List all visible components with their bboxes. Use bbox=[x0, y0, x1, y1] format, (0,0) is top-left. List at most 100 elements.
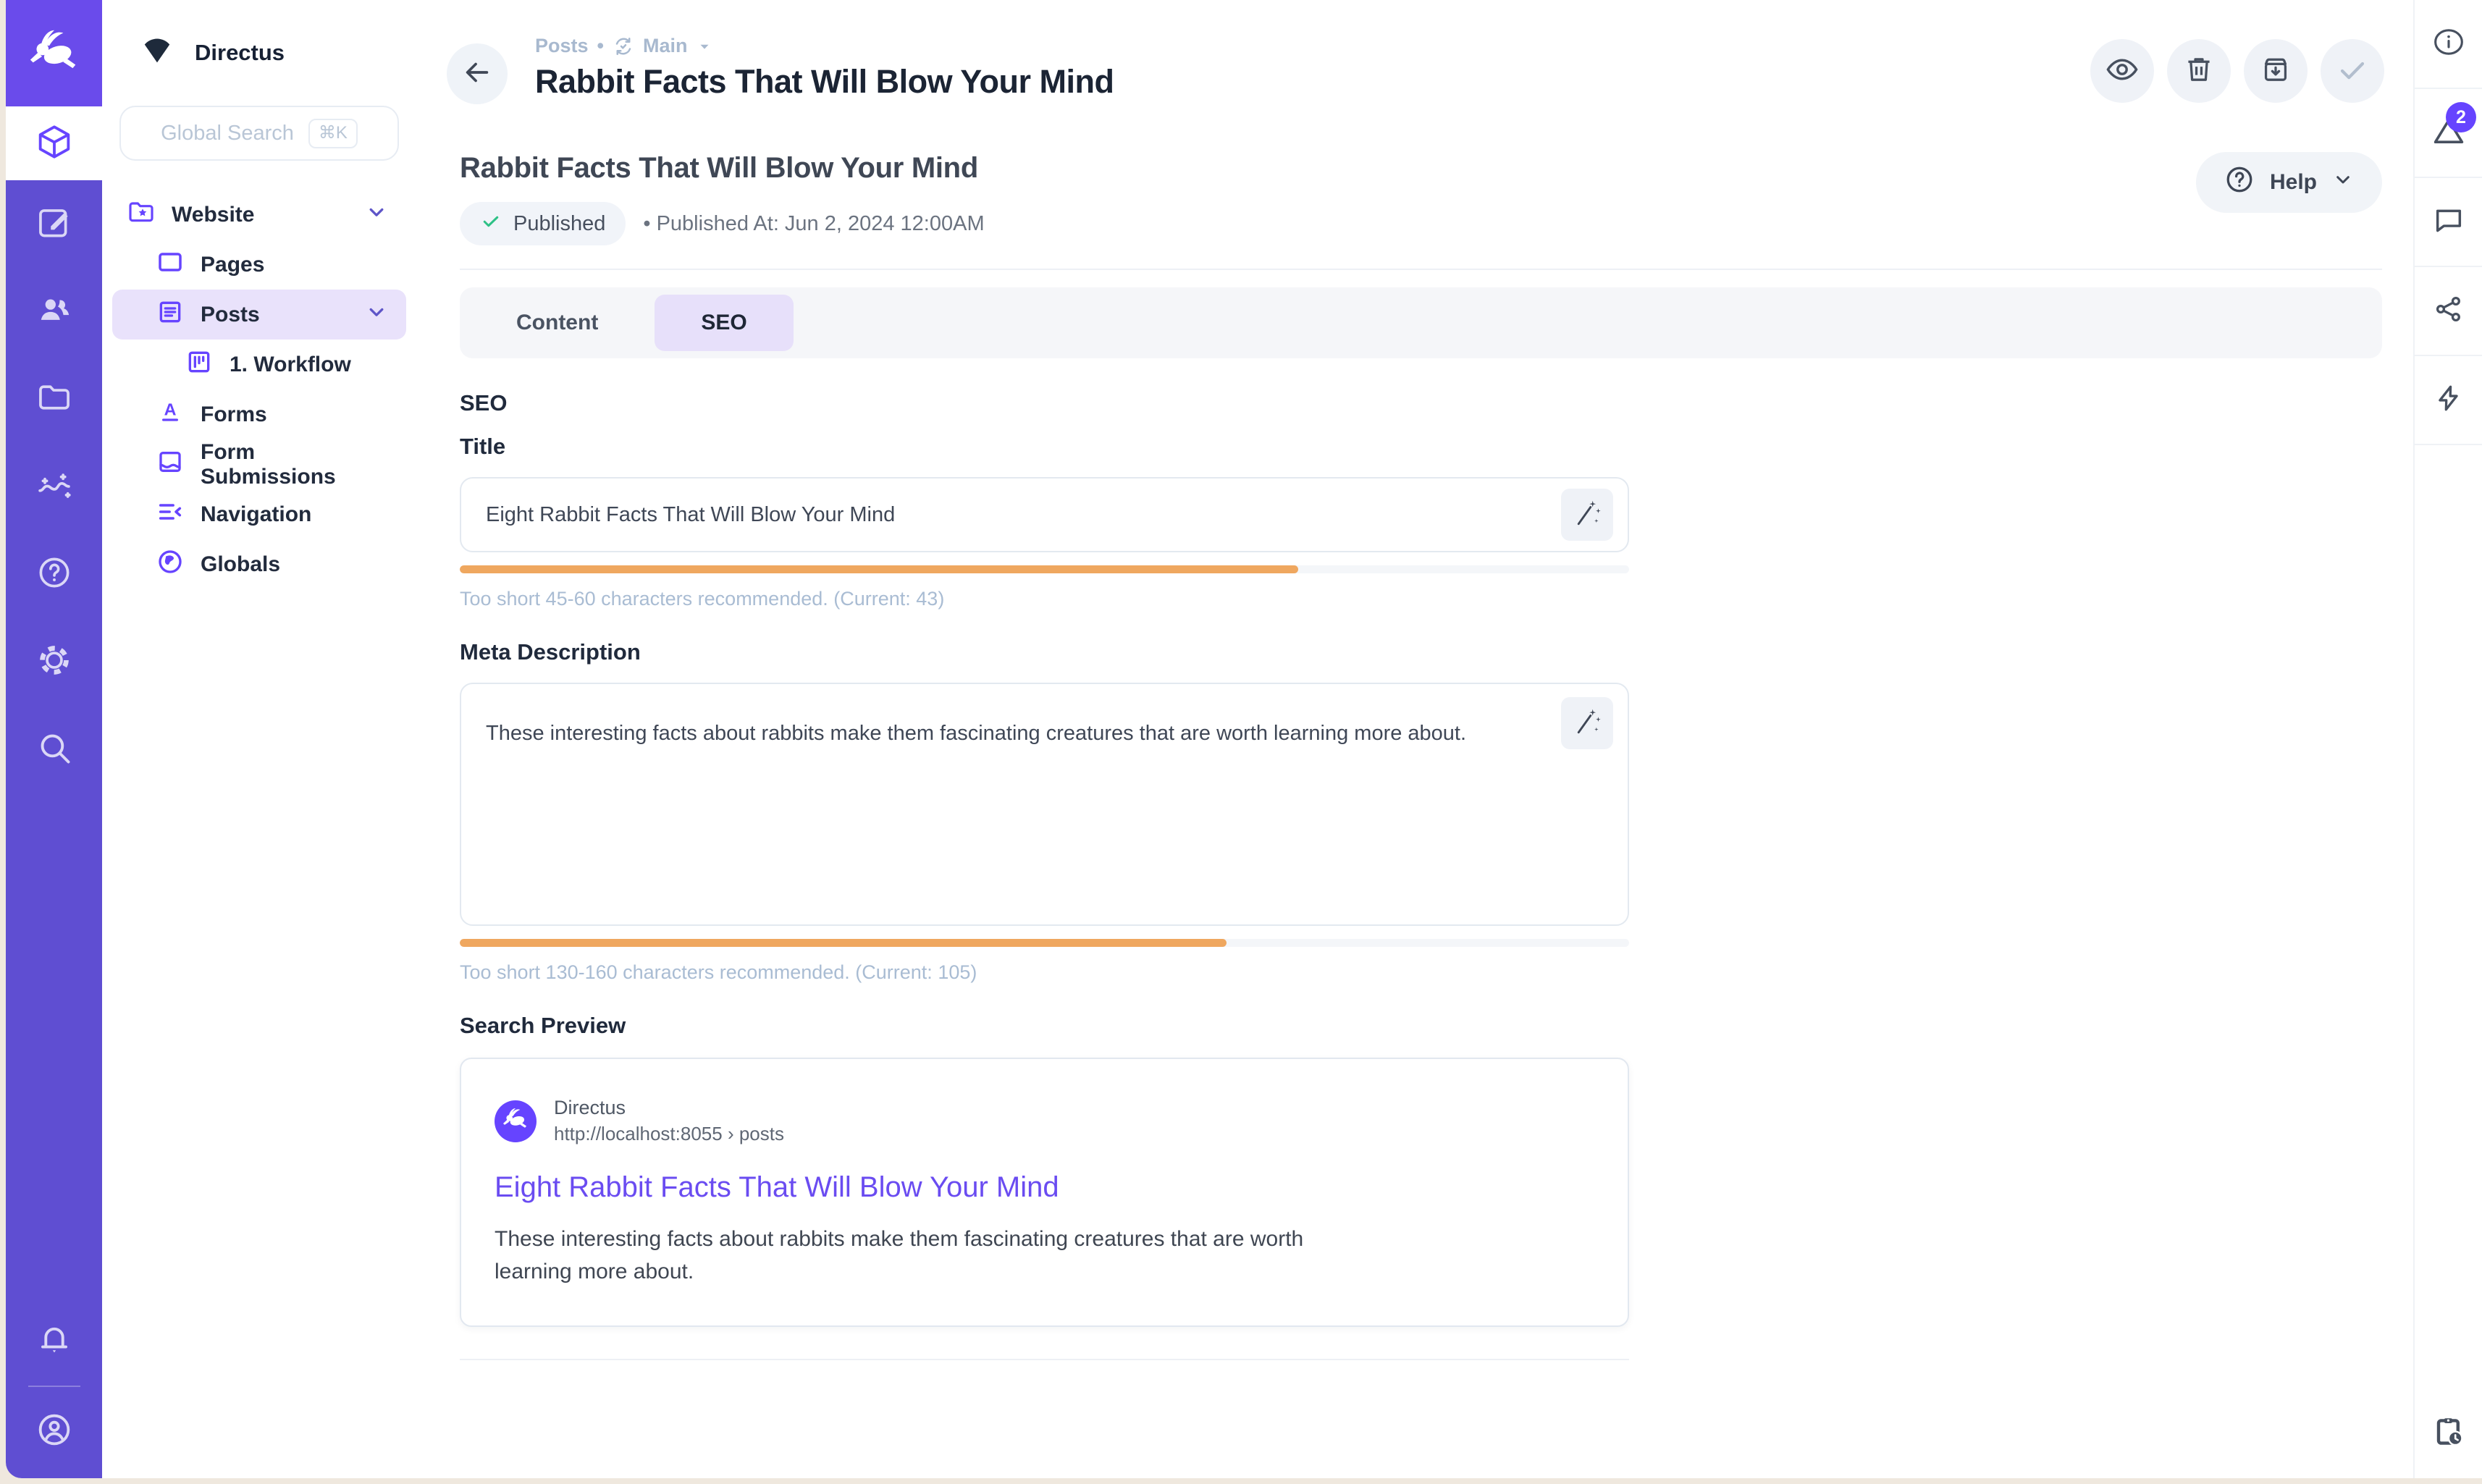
save-button[interactable] bbox=[2321, 39, 2384, 103]
header-titles: Posts • Main Rabbit Facts That Will Blow… bbox=[535, 35, 2090, 101]
seo-section-title: SEO bbox=[460, 390, 1629, 416]
header-divider bbox=[460, 269, 2382, 270]
inbox-wave-icon bbox=[156, 447, 185, 482]
breadcrumb-version[interactable]: Main bbox=[643, 35, 688, 57]
info-icon bbox=[2431, 26, 2466, 62]
tab-content[interactable]: Content bbox=[470, 295, 644, 351]
preview-link-title[interactable]: Eight Rabbit Facts That Will Blow Your M… bbox=[495, 1171, 1594, 1204]
meta-description-progress-track bbox=[460, 939, 1629, 947]
archive-button[interactable] bbox=[2244, 39, 2308, 103]
search-preview-card: Directus http://localhost:8055 › posts E… bbox=[460, 1058, 1629, 1327]
chevron-down-icon bbox=[2331, 168, 2355, 197]
content-area: Rabbit Facts That Will Blow Your Mind Pu… bbox=[416, 152, 2413, 1478]
header-actions bbox=[2090, 35, 2384, 103]
edit-icon bbox=[35, 203, 73, 245]
module-files[interactable] bbox=[6, 355, 102, 443]
project-fan-icon bbox=[141, 35, 173, 71]
module-search[interactable] bbox=[6, 706, 102, 793]
module-content-active[interactable] bbox=[6, 106, 102, 180]
nav-item-website[interactable]: Website bbox=[112, 190, 406, 240]
nav-item-globals[interactable]: Globals bbox=[112, 539, 406, 589]
module-settings[interactable] bbox=[6, 618, 102, 706]
breadcrumb-collection[interactable]: Posts bbox=[535, 35, 589, 57]
info-panel-button[interactable] bbox=[2415, 0, 2482, 89]
nav-item-label: Posts bbox=[201, 303, 364, 327]
revisions-panel-button[interactable]: 2 bbox=[2415, 89, 2482, 178]
letter-a-icon: A bbox=[156, 397, 185, 432]
delete-button[interactable] bbox=[2167, 39, 2231, 103]
seo-title-label: Title bbox=[460, 434, 1629, 460]
user-menu-button[interactable] bbox=[6, 1391, 102, 1471]
page-title: Rabbit Facts That Will Blow Your Mind bbox=[535, 63, 2090, 101]
nav-item-pages[interactable]: Pages bbox=[112, 240, 406, 290]
globe-icon bbox=[156, 547, 185, 582]
box-icon bbox=[35, 122, 74, 165]
module-bar bbox=[6, 0, 102, 1478]
magic-wand-icon bbox=[1571, 706, 1603, 741]
nav-item-navigation[interactable]: Navigation bbox=[112, 489, 406, 539]
published-at: • Published At: Jun 2, 2024 12:00AM bbox=[643, 212, 984, 236]
share-icon bbox=[2433, 293, 2465, 329]
app-window: Directus Global Search ⌘K Website bbox=[6, 0, 2482, 1478]
nav-item-label: Website bbox=[172, 203, 364, 227]
nav-item-forms[interactable]: A Forms bbox=[112, 389, 406, 439]
comments-panel-button[interactable] bbox=[2415, 178, 2482, 267]
global-search-input[interactable]: Global Search ⌘K bbox=[119, 106, 399, 161]
clipboard-clock-icon bbox=[2431, 1415, 2466, 1453]
flows-panel-button[interactable] bbox=[2415, 356, 2482, 445]
page-header: Posts • Main Rabbit Facts That Will Blow… bbox=[416, 0, 2413, 152]
directus-logo[interactable] bbox=[6, 0, 102, 106]
magic-wand-icon bbox=[1571, 497, 1603, 533]
main-area: Posts • Main Rabbit Facts That Will Blow… bbox=[416, 0, 2413, 1478]
right-sidebar: 2 bbox=[2413, 0, 2482, 1478]
nav-sidebar: Directus Global Search ⌘K Website bbox=[102, 0, 416, 1478]
preview-button[interactable] bbox=[2090, 39, 2154, 103]
site-url: http://localhost:8055 › posts bbox=[554, 1123, 784, 1145]
user-avatar-icon bbox=[35, 1410, 74, 1453]
module-editor[interactable] bbox=[6, 180, 102, 268]
meta-description-progress-fill bbox=[460, 939, 1227, 947]
status-badge: Published bbox=[460, 202, 626, 245]
pending-tasks-button[interactable] bbox=[2415, 1389, 2482, 1478]
site-favicon bbox=[495, 1100, 537, 1142]
bell-icon bbox=[35, 1321, 73, 1362]
seo-form: SEO Title Eight Rabbit Facts That Will B… bbox=[460, 390, 1629, 1360]
search-icon bbox=[35, 729, 73, 770]
tab-bar: Content SEO bbox=[460, 287, 2382, 358]
rabbit-logo-icon bbox=[28, 25, 81, 82]
sync-version-icon bbox=[613, 35, 634, 57]
module-bar-divider bbox=[28, 1386, 80, 1387]
breadcrumb[interactable]: Posts • Main bbox=[535, 35, 2090, 57]
nav-item-posts[interactable]: Posts bbox=[112, 290, 406, 340]
site-row: Directus http://localhost:8055 › posts bbox=[495, 1097, 1594, 1145]
seo-title-input[interactable]: Eight Rabbit Facts That Will Blow Your M… bbox=[460, 477, 1629, 552]
module-insights[interactable] bbox=[6, 443, 102, 531]
meta-description-input[interactable]: These interesting facts about rabbits ma… bbox=[460, 683, 1629, 926]
list-chevron-icon bbox=[156, 497, 185, 532]
back-button[interactable] bbox=[447, 43, 508, 104]
chevron-down-icon bbox=[364, 200, 389, 230]
nav-item-workflow[interactable]: 1. Workflow bbox=[112, 340, 406, 389]
tab-seo[interactable]: SEO bbox=[655, 295, 793, 351]
meta-description-field: These interesting facts about rabbits ma… bbox=[460, 683, 1629, 926]
caret-down-icon bbox=[697, 38, 712, 54]
nav-item-form-submissions[interactable]: Form Submissions bbox=[112, 439, 406, 489]
svg-text:A: A bbox=[164, 400, 177, 418]
search-shortcut-kbd: ⌘K bbox=[308, 119, 358, 148]
notifications-button[interactable] bbox=[6, 1302, 102, 1381]
module-users[interactable] bbox=[6, 268, 102, 355]
generate-description-button[interactable] bbox=[1561, 697, 1613, 749]
site-name: Directus bbox=[554, 1097, 784, 1119]
eye-icon bbox=[2105, 52, 2140, 90]
bolt-icon bbox=[2433, 382, 2465, 418]
generate-title-button[interactable] bbox=[1561, 489, 1613, 541]
status-label: Published bbox=[513, 212, 605, 236]
seo-title-field: Eight Rabbit Facts That Will Blow Your M… bbox=[460, 477, 1629, 552]
question-circle-icon bbox=[2224, 164, 2255, 201]
help-button[interactable]: Help bbox=[2196, 152, 2382, 213]
site-meta: Directus http://localhost:8055 › posts bbox=[554, 1097, 784, 1145]
project-header[interactable]: Directus bbox=[102, 0, 416, 106]
module-help[interactable] bbox=[6, 531, 102, 618]
shares-panel-button[interactable] bbox=[2415, 267, 2482, 356]
check-icon bbox=[2335, 52, 2370, 90]
